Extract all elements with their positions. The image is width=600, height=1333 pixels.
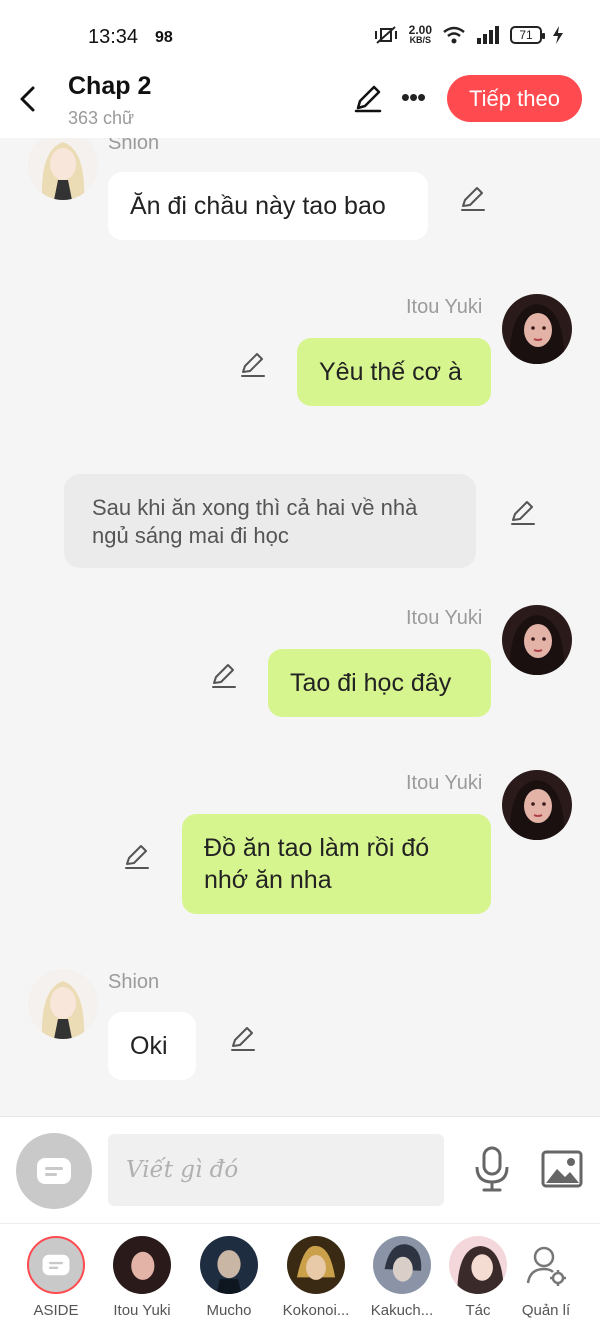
edit-message-icon[interactable] [458,184,488,214]
chat-bubble-icon [42,1254,70,1276]
user-settings-icon [517,1236,575,1294]
message-bubble[interactable]: Oki [108,1012,196,1080]
character-kokonoi[interactable]: Kokonoi... [274,1236,358,1319]
message-bubble[interactable]: Tao đi học đây [268,649,491,717]
avatar [373,1236,431,1294]
edit-message-icon[interactable] [122,842,152,872]
edit-message-icon[interactable] [209,661,239,691]
signal-icon [477,25,499,44]
message-bubble[interactable]: Ăn đi chầu này tao bao [108,172,428,240]
status-badge: 98 [155,29,173,46]
more-options-icon[interactable]: ••• [398,82,428,112]
message-input-bar [0,1116,600,1223]
speaker-name: Itou Yuki [406,607,483,629]
battery-icon: 71 [510,25,545,44]
chapter-header: Chap 2 363 chữ ••• Tiếp theo [0,72,600,138]
character-label: ASIDE [33,1302,79,1319]
character-label: Tác [465,1302,491,1319]
chapter-title: Chap 2 [68,72,152,100]
chat-area: Shion Ăn đi chầu này tao bao Itou Yuki Y… [0,138,600,1116]
character-label: Itou Yuki [113,1302,171,1319]
message-bubble[interactable]: Đồ ăn tao làm rồi đó nhớ ăn nha [182,814,491,914]
aside-toggle-button[interactable] [16,1133,92,1209]
narration-block[interactable]: Sau khi ăn xong thì cả hai về nhà ngủ sá… [64,474,476,568]
status-time: 13:34 [88,26,139,48]
character-label: Quản lí [521,1302,571,1319]
avatar-itou-yuki[interactable] [502,770,572,840]
character-itou-yuki[interactable]: Itou Yuki [100,1236,184,1319]
character-label: Kakuch... [370,1302,434,1319]
message-input[interactable] [108,1134,444,1206]
microphone-icon[interactable] [470,1145,514,1193]
aside-avatar [27,1236,85,1294]
word-count: 363 chữ [68,108,135,128]
next-chapter-button[interactable]: Tiếp theo [447,75,582,122]
edit-chapter-icon[interactable] [352,82,384,114]
image-icon[interactable] [540,1147,584,1191]
speaker-name: Shion [108,138,160,154]
edit-message-icon[interactable] [508,498,538,528]
status-icons: 2.00 KB/S 71 [373,24,564,45]
character-aside[interactable]: ASIDE [14,1236,98,1319]
message-bubble[interactable]: Yêu thế cơ à [297,338,491,406]
back-icon[interactable] [14,84,44,114]
avatar [200,1236,258,1294]
manage-characters-button[interactable]: Quản lí [504,1236,588,1319]
speaker-name: Shion [108,971,160,993]
avatar-itou-yuki[interactable] [502,294,572,364]
speaker-name: Itou Yuki [406,772,483,794]
status-bar: 13:34 98 2.00 KB/S 71 [0,0,600,72]
network-speed: 2.00 KB/S [408,23,432,45]
speaker-name: Itou Yuki [406,296,483,318]
avatar-shion[interactable] [28,969,98,1039]
avatar [449,1236,507,1294]
character-label: Kokonoi... [282,1302,350,1319]
edit-message-icon[interactable] [228,1024,258,1054]
character-kakucho[interactable]: Kakuch... [360,1236,444,1319]
character-label: Mucho [206,1302,252,1319]
charging-icon [553,25,563,44]
wifi-icon [443,26,465,43]
character-selector: ASIDE Itou Yuki Mucho Kokonoi... Kakuch.… [0,1223,600,1333]
avatar-shion[interactable] [28,138,98,200]
avatar [287,1236,345,1294]
character-mucho[interactable]: Mucho [187,1236,271,1319]
avatar [113,1236,171,1294]
mute-vibrate-icon [374,25,397,44]
avatar-itou-yuki[interactable] [502,605,572,675]
chat-bubble-icon [37,1158,71,1184]
edit-message-icon[interactable] [238,350,268,380]
